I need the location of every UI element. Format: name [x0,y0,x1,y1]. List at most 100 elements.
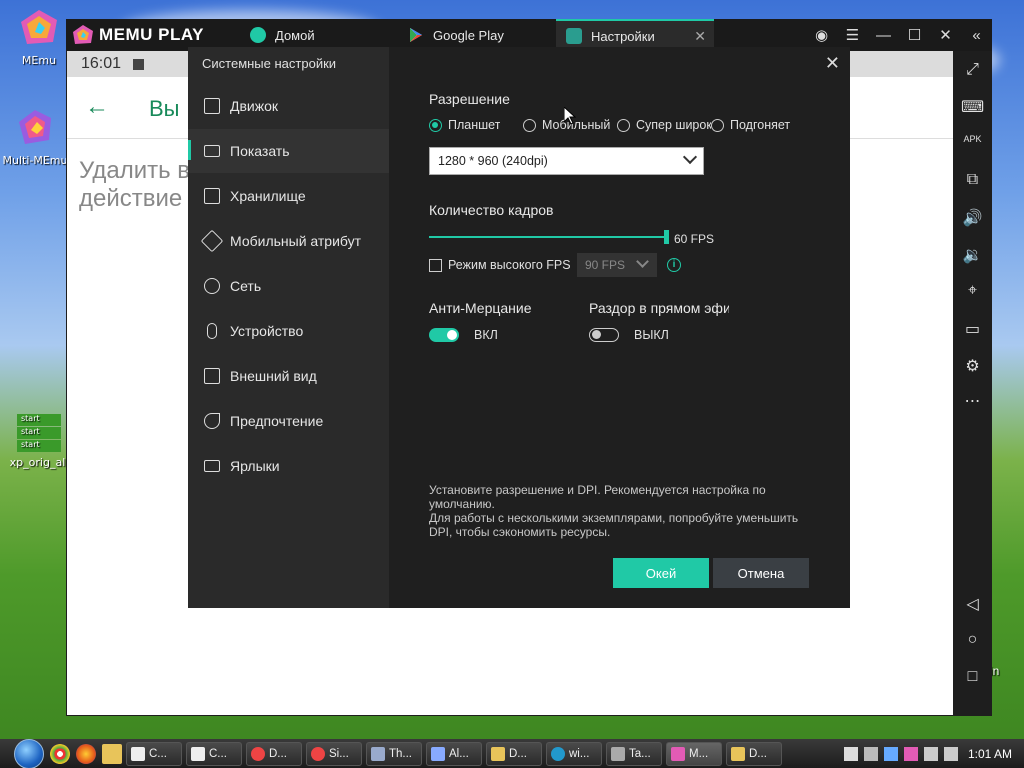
anti-flicker-toggle[interactable] [429,328,459,342]
fps-value: 60 FPS [674,232,715,246]
close-icon[interactable]: ✕ [930,26,961,44]
memu-logo-icon [73,25,93,44]
status-time: 16:01 [81,55,122,72]
memu-app-icon [21,10,57,44]
multi-window-icon[interactable]: ⧉ [953,171,992,189]
android-back-icon[interactable]: ◁ [953,594,992,614]
nav-label: Сеть [230,278,262,294]
more-icon[interactable]: ⋯ [953,391,992,411]
fps-slider-track[interactable] [429,236,665,238]
taskbar-button[interactable]: Si... [306,741,362,766]
nav-shortcuts[interactable]: Ярлыки [188,444,389,488]
radio-circle [523,118,536,132]
radio-circle [617,118,630,132]
keyboard-icon [204,460,220,472]
desktop-icon-memu[interactable]: MEmu [6,8,72,67]
monitor-icon[interactable] [923,746,938,761]
storage-icon [204,188,220,204]
cancel-button[interactable]: Отмена [713,558,809,588]
android-recents-icon[interactable]: □ [953,668,992,686]
nav-label: Предпочтение [230,413,324,429]
checkbox-box [429,258,442,272]
fullscreen-icon[interactable]: ⤢ [953,61,992,79]
memu-tray-icon[interactable] [903,746,918,761]
desktop-icon-multi-memu[interactable]: Multi-MEmu [2,108,68,167]
firefox-icon[interactable] [76,743,96,764]
taskbar-button[interactable]: C... [186,741,242,766]
nav-engine[interactable]: Движок [188,84,389,128]
resolution-value: 1280 * 960 (240dpi) [438,154,548,168]
system-tray: 1:01 AM [843,739,1024,768]
taskbar-button[interactable]: M... [666,741,722,766]
chrome-icon [251,746,265,761]
7zip-icon [131,746,145,761]
nav-storage[interactable]: Хранилище [188,174,389,218]
taskbar-button[interactable]: Al... [426,741,482,766]
7zip-icon [191,746,205,761]
start-button[interactable] [14,738,44,768]
minimize-icon[interactable]: — [868,27,899,44]
high-fps-checkbox[interactable]: Режим высокого FPS [429,258,571,272]
keyboard-icon[interactable]: ⌨ [953,97,992,117]
nav-mobile-attribute[interactable]: Мобильный атрибут [188,219,389,263]
taskbar-button[interactable]: wi... [546,741,602,766]
multi-memu-app-icon [19,110,51,144]
taskbar-button[interactable]: Th... [366,741,422,766]
chrome-icon[interactable] [50,743,70,764]
nav-network[interactable]: Сеть [188,264,389,308]
display-icon[interactable] [883,746,898,761]
volume-muted-icon[interactable] [943,746,958,761]
android-home-icon[interactable]: ○ [953,631,992,649]
shield-icon[interactable] [843,746,858,761]
account-icon[interactable]: ◉ [806,26,837,44]
taskbar-button[interactable]: C... [126,741,182,766]
clock[interactable]: 1:01 AM [968,747,1012,761]
tab-close-icon[interactable]: ✕ [694,28,706,45]
taskbar-button[interactable]: D... [486,741,542,766]
nav-appearance[interactable]: Внешний вид [188,354,389,398]
nav-preferences[interactable]: Предпочтение [188,399,389,443]
cpu-icon [204,98,220,114]
discord-live-toggle[interactable] [589,328,619,342]
info-icon[interactable]: i [667,258,681,272]
nav-label: Движок [230,98,279,114]
nav-label: Устройство [230,323,304,339]
taskbar-button[interactable]: D... [246,741,302,766]
window-icon [204,368,220,384]
ok-button[interactable]: Окей [613,558,709,588]
radio-super-wide[interactable]: Супер широк [617,118,711,132]
nav-label: Мобильный атрибут [230,233,362,249]
settings-icon[interactable]: ⚙ [953,356,992,376]
apk-icon[interactable]: APK [953,134,992,144]
radio-fit[interactable]: Подгоняет [711,118,790,132]
location-icon[interactable]: ⌖ [953,282,992,300]
tab-label: Домой [275,27,315,43]
taskbar-button[interactable]: Ta... [606,741,662,766]
settings-dialog: Системные настройки Движок Показать Хран… [188,47,850,608]
volume-down-icon[interactable]: 🔉 [953,245,992,265]
resolution-select[interactable]: 1280 * 960 (240dpi) [429,147,704,175]
desktop-icon-xp-orig[interactable]: start start start xp_orig_all [6,414,72,469]
nav-display[interactable]: Показать [188,129,389,173]
nav-device[interactable]: Устройство [188,309,389,353]
radio-tablet[interactable]: Планшет [429,118,500,132]
menu-icon[interactable]: ☰ [837,26,868,44]
radio-label: Мобильный [542,118,611,132]
nav-label: Показать [230,143,290,159]
dialog-close-icon[interactable]: ✕ [825,53,840,74]
dialog-title: Системные настройки [202,56,337,71]
maximize-icon[interactable]: ☐ [899,26,930,44]
volume-up-icon[interactable]: 🔊 [953,208,992,228]
desktop-icon-label: xp_orig_all [9,456,69,469]
collapse-sidebar-icon[interactable]: « [961,27,992,44]
network-icon[interactable] [863,746,878,761]
desktop-icon-label: MEmu [21,54,57,67]
taskbar-button[interactable]: D... [726,741,782,766]
nav-label: Ярлыки [230,458,280,474]
memu-logo-text: MEMU PLAY [99,25,204,44]
back-arrow-icon[interactable]: ← [85,93,109,121]
resolution-label: Разрешение [429,91,510,107]
folder-icon[interactable]: ▭ [953,319,992,339]
explorer-icon[interactable] [102,743,122,764]
fps-slider-thumb[interactable] [664,230,669,244]
